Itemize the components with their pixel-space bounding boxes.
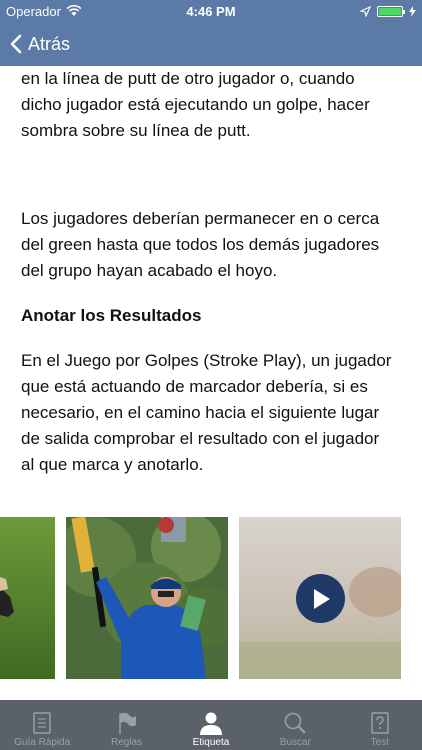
tab-reglas[interactable]: Reglas — [85, 700, 169, 750]
flag-icon — [118, 712, 136, 734]
tab-label: Guía Rápida — [14, 737, 71, 748]
chevron-left-icon — [10, 34, 22, 54]
paragraph-line: necesario, en el camino hacia el siguien… — [21, 403, 380, 422]
book-icon — [33, 712, 51, 734]
charging-bolt-icon — [409, 5, 416, 17]
battery-icon — [377, 5, 405, 17]
wifi-icon — [66, 5, 82, 16]
paragraph-line: del grupo hayan acabado el hoyo. — [21, 261, 278, 280]
location-arrow-icon — [360, 5, 371, 17]
search-icon — [285, 712, 307, 734]
paragraph-line: dicho jugador está ejecutando un golpe, … — [21, 95, 370, 114]
paragraph-2: Los jugadores deberían permanecer en o c… — [21, 206, 401, 284]
battery-level — [379, 7, 401, 15]
golfer-photo-image — [0, 517, 55, 679]
section-heading: Anotar los Resultados — [21, 306, 202, 325]
gallery-photo-golfer[interactable] — [0, 517, 55, 679]
article-content[interactable]: en la línea de putt de otro jugador o, c… — [0, 66, 422, 700]
person-icon — [199, 712, 222, 735]
paragraph-3: En el Juego por Golpes (Stroke Play), un… — [21, 348, 401, 478]
carrier-label: Operador — [6, 3, 61, 19]
status-left: Operador — [6, 4, 82, 19]
gallery-video[interactable] — [239, 517, 401, 679]
tab-label: Reglas — [111, 737, 143, 748]
tab-label: Buscar — [279, 737, 311, 748]
tab-buscar[interactable]: Buscar — [253, 700, 337, 750]
media-gallery[interactable] — [0, 517, 422, 679]
tab-test[interactable]: Test — [338, 700, 422, 750]
paragraph-line: sombra sobre su línea de putt. — [21, 121, 251, 140]
status-bar: Operador 4:46 PM — [0, 0, 422, 22]
paragraph-1: en la línea de putt de otro jugador o, c… — [21, 66, 401, 144]
paragraph-line: En el Juego por Golpes (Stroke Play), un… — [21, 351, 392, 370]
tab-bar: Guía Rápida Reglas Etiqueta Buscar Test — [0, 700, 422, 750]
tab-guia-rapida[interactable]: Guía Rápida — [0, 700, 84, 750]
navigation-bar: Atrás — [0, 22, 422, 66]
play-button[interactable] — [296, 574, 345, 623]
tab-etiqueta[interactable]: Etiqueta — [169, 700, 253, 750]
paragraph-line: del green hasta que todos los demás juga… — [21, 235, 380, 254]
tab-label: Test — [370, 737, 389, 748]
tab-label: Etiqueta — [192, 737, 230, 748]
paragraph-line: al que marca y anotarlo. — [21, 455, 204, 474]
paragraph-line: Los jugadores deberían permanecer en o c… — [21, 209, 380, 228]
paragraph-line: de salida comprobar el resultado con el … — [21, 429, 380, 448]
back-label: Atrás — [28, 33, 71, 54]
paragraph-line: en la línea de putt de otro jugador o, c… — [21, 69, 355, 88]
status-right — [360, 5, 416, 17]
gallery-photo-referee[interactable] — [66, 517, 228, 679]
paragraph-line: que está actuando de marcador debería, s… — [21, 377, 368, 396]
play-icon — [313, 588, 330, 609]
back-button[interactable]: Atrás — [10, 34, 70, 55]
referee-photo-image — [66, 517, 228, 679]
question-icon — [371, 712, 389, 734]
